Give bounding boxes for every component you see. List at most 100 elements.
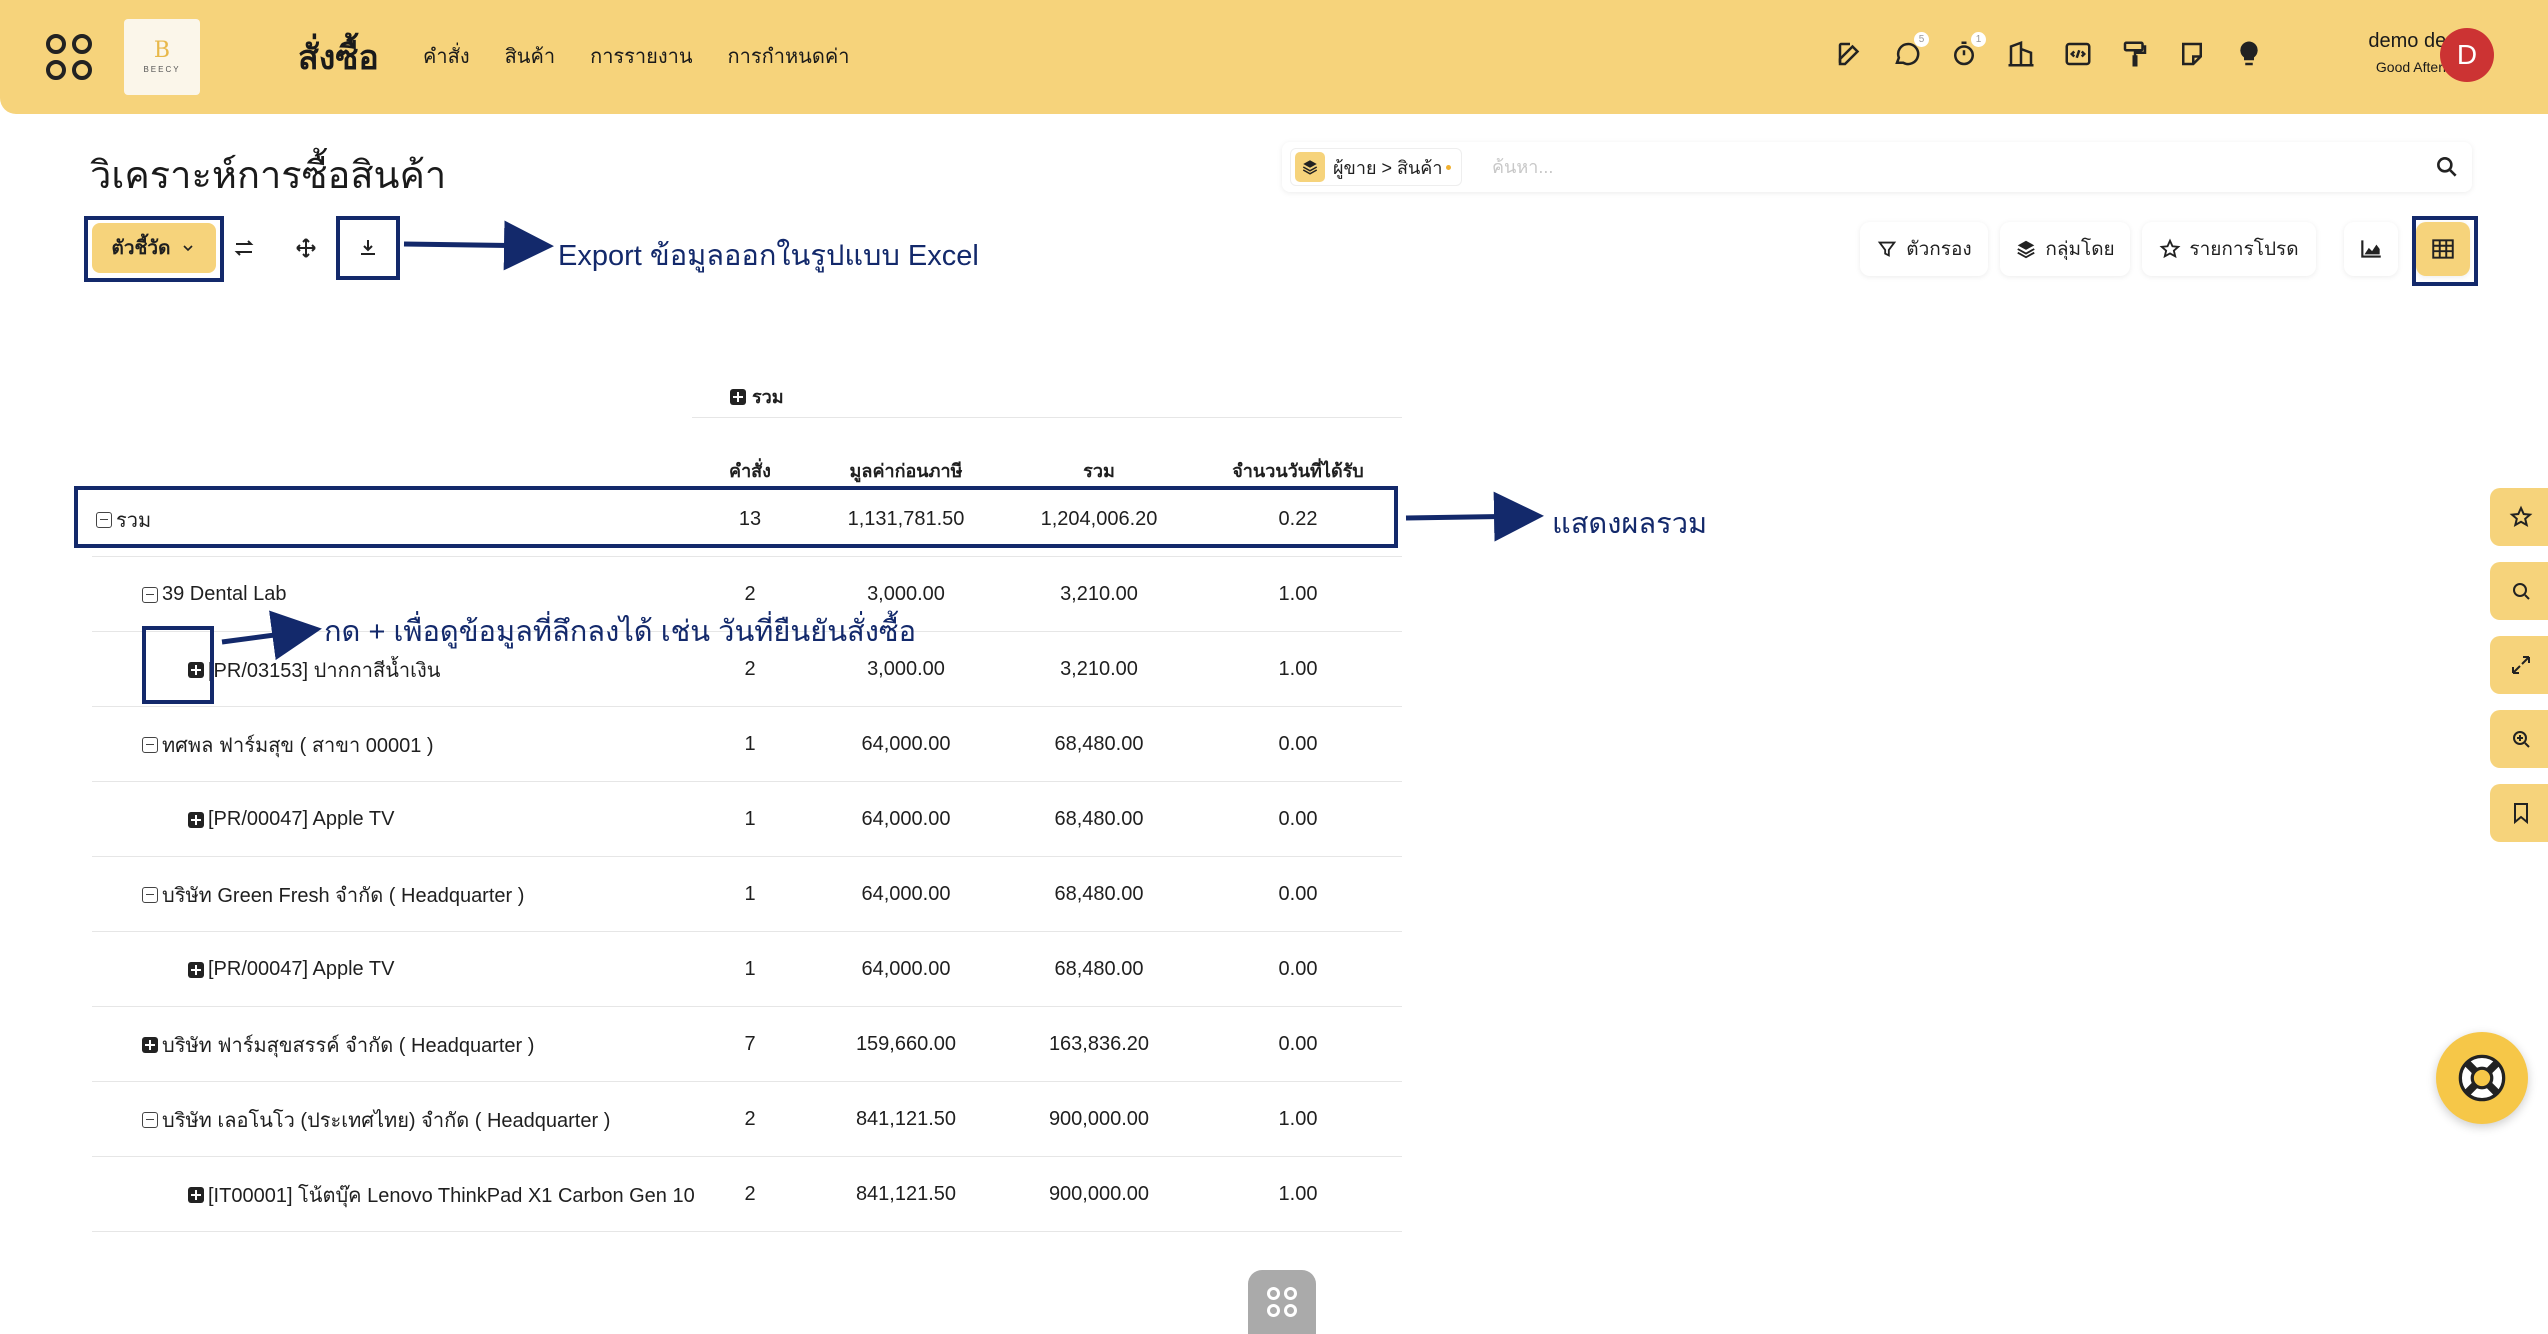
star-icon — [2509, 505, 2533, 527]
pivot-cell[interactable]: 159,660.00 — [816, 1007, 996, 1082]
bottom-apps-button[interactable] — [1248, 1270, 1316, 1334]
pivot-cell[interactable]: 0.00 — [1208, 932, 1388, 1007]
pivot-cell[interactable]: 900,000.00 — [1009, 1157, 1189, 1232]
edit-icon[interactable] — [1834, 38, 1866, 70]
search-facet[interactable]: ผู้ขาย > สินค้า — [1290, 148, 1463, 186]
top-bar: B BEECY สั่งซื้อ คำสั่ง สินค้า การรายงาน… — [0, 0, 2548, 114]
systray: 5 1 — [1834, 32, 2265, 70]
note-icon[interactable] — [2176, 38, 2208, 70]
collapse-minus-icon[interactable] — [142, 586, 158, 603]
pivot-cell[interactable]: 7 — [660, 1007, 840, 1082]
pivot-cell[interactable]: 1.00 — [1208, 557, 1388, 632]
building-icon[interactable] — [2005, 38, 2037, 70]
expand-plus-icon[interactable] — [188, 961, 204, 978]
pivot-cell[interactable]: 2 — [660, 1157, 840, 1232]
pivot-cell[interactable]: 68,480.00 — [1009, 857, 1189, 932]
row-label: 39 Dental Lab — [162, 583, 287, 605]
expand-plus-icon[interactable] — [188, 1186, 204, 1203]
nav-item-configuration[interactable]: การกำหนดค่า — [728, 40, 850, 72]
column-header-days-received[interactable]: จำนวนวันที่ได้รับ — [1208, 456, 1388, 485]
column-header-orders[interactable]: คำสั่ง — [660, 456, 840, 485]
avatar[interactable]: D — [2440, 28, 2494, 82]
company-logo[interactable]: B BEECY — [124, 19, 200, 95]
nav-item-reporting[interactable]: การรายงาน — [590, 40, 692, 72]
expand-plus-icon[interactable] — [142, 1036, 158, 1053]
paint-roller-icon[interactable] — [2119, 38, 2151, 70]
search-icon[interactable] — [2434, 154, 2460, 180]
column-header-untaxed[interactable]: มูลค่าก่อนภาษี — [816, 456, 996, 485]
pivot-cell[interactable]: 163,836.20 — [1009, 1007, 1189, 1082]
expand-diagonal-icon — [2512, 656, 2530, 674]
pivot-cell[interactable]: 1.00 — [1208, 1157, 1388, 1232]
help-button[interactable] — [2436, 1032, 2528, 1124]
row-label: บริษัท Green Fresh จำกัด ( Headquarter ) — [162, 884, 525, 907]
pivot-cell[interactable]: 1 — [660, 857, 840, 932]
pivot-cell[interactable]: 0.00 — [1208, 782, 1388, 857]
layers-icon — [2017, 240, 2036, 259]
column-header-total[interactable]: รวม — [1009, 456, 1189, 485]
collapse-minus-icon[interactable] — [142, 886, 158, 903]
pivot-cell[interactable]: 900,000.00 — [1009, 1082, 1189, 1157]
pivot-cell[interactable]: 841,121.50 — [816, 1157, 996, 1232]
side-zoom-button[interactable] — [2490, 710, 2548, 768]
pivot-cell[interactable]: 0.00 — [1208, 1007, 1388, 1082]
flip-axis-button[interactable] — [222, 223, 266, 273]
row-header[interactable]: บริษัท เลอโนโว (ประเทศไทย) จำกัด ( Headq… — [142, 1082, 610, 1157]
pivot-cell[interactable]: 0.00 — [1208, 707, 1388, 782]
collapse-minus-icon[interactable] — [142, 1111, 158, 1128]
row-header[interactable]: บริษัท ฟาร์มสุขสรรค์ จำกัด ( Headquarter… — [142, 1007, 534, 1082]
side-favorite-button[interactable] — [2490, 488, 2548, 546]
expand-all-button[interactable] — [284, 223, 328, 273]
pivot-cell[interactable]: 64,000.00 — [816, 707, 996, 782]
nav-item-products[interactable]: สินค้า — [505, 40, 556, 72]
pivot-column-group-header[interactable]: รวม — [730, 382, 784, 411]
row-header[interactable]: บริษัท Green Fresh จำกัด ( Headquarter ) — [142, 857, 524, 932]
search-input[interactable] — [1492, 150, 2392, 184]
row-header[interactable]: 39 Dental Lab — [142, 557, 287, 632]
graph-view-button[interactable] — [2344, 222, 2398, 276]
pivot-cell[interactable]: 1 — [660, 707, 840, 782]
pivot-row: [IT00001] โน้ตบุ๊ค Lenovo ThinkPad X1 Ca… — [92, 1157, 1402, 1232]
swap-arrows-icon — [234, 240, 254, 256]
timer-icon[interactable]: 1 — [1948, 32, 1986, 70]
facet-label: ผู้ขาย > สินค้า — [1333, 157, 1443, 178]
expand-plus-icon[interactable] — [188, 811, 204, 828]
chat-icon[interactable]: 5 — [1891, 32, 1929, 70]
row-header[interactable]: ทศพล ฟาร์มสุข ( สาขา 00001 ) — [142, 707, 434, 782]
lightbulb-icon[interactable] — [2233, 38, 2265, 70]
pivot-cell[interactable]: 64,000.00 — [816, 782, 996, 857]
apps-menu-icon[interactable] — [46, 34, 92, 80]
pivot-cell[interactable]: 1 — [660, 932, 840, 1007]
side-search-button[interactable] — [2490, 562, 2548, 620]
pivot-cell[interactable]: 3,210.00 — [1009, 557, 1189, 632]
collapse-minus-icon[interactable] — [142, 736, 158, 753]
pivot-cell[interactable]: 1.00 — [1208, 632, 1388, 707]
expand-plus-icon[interactable] — [730, 388, 746, 405]
row-label: [PR/00047] Apple TV — [208, 958, 395, 980]
pivot-cell[interactable]: 3,210.00 — [1009, 632, 1189, 707]
pivot-cell[interactable]: 841,121.50 — [816, 1082, 996, 1157]
row-header[interactable]: [PR/00047] Apple TV — [188, 932, 394, 1007]
pivot-cell[interactable]: 68,480.00 — [1009, 782, 1189, 857]
row-header[interactable]: [PR/00047] Apple TV — [188, 782, 394, 857]
nav-item-orders[interactable]: คำสั่ง — [423, 40, 470, 72]
pivot-row: [PR/00047] Apple TV 1 64,000.00 68,480.00 0.… — [92, 932, 1402, 1007]
side-fullscreen-button[interactable] — [2490, 636, 2548, 694]
group-by-button[interactable]: กลุ่มโดย — [2000, 222, 2130, 276]
funnel-icon — [1878, 241, 1897, 257]
pivot-cell[interactable]: 64,000.00 — [816, 932, 996, 1007]
pivot-cell[interactable]: 68,480.00 — [1009, 707, 1189, 782]
facet-remove-icon[interactable] — [1446, 164, 1452, 170]
favorites-button[interactable]: รายการโปรด — [2142, 222, 2316, 276]
pivot-cell[interactable]: 64,000.00 — [816, 857, 996, 932]
code-icon[interactable] — [2062, 38, 2094, 70]
pivot-cell[interactable]: 1 — [660, 782, 840, 857]
pivot-cell[interactable]: 68,480.00 — [1009, 932, 1189, 1007]
pivot-cell[interactable]: 0.00 — [1208, 857, 1388, 932]
filters-button[interactable]: ตัวกรอง — [1860, 222, 1988, 276]
side-bookmark-button[interactable] — [2490, 784, 2548, 842]
row-label: บริษัท เลอโนโว (ประเทศไทย) จำกัด ( Headq… — [162, 1109, 611, 1132]
pivot-cell[interactable]: 2 — [660, 1082, 840, 1157]
row-header[interactable]: [IT00001] โน้ตบุ๊ค Lenovo ThinkPad X1 Ca… — [188, 1157, 695, 1232]
pivot-cell[interactable]: 1.00 — [1208, 1082, 1388, 1157]
